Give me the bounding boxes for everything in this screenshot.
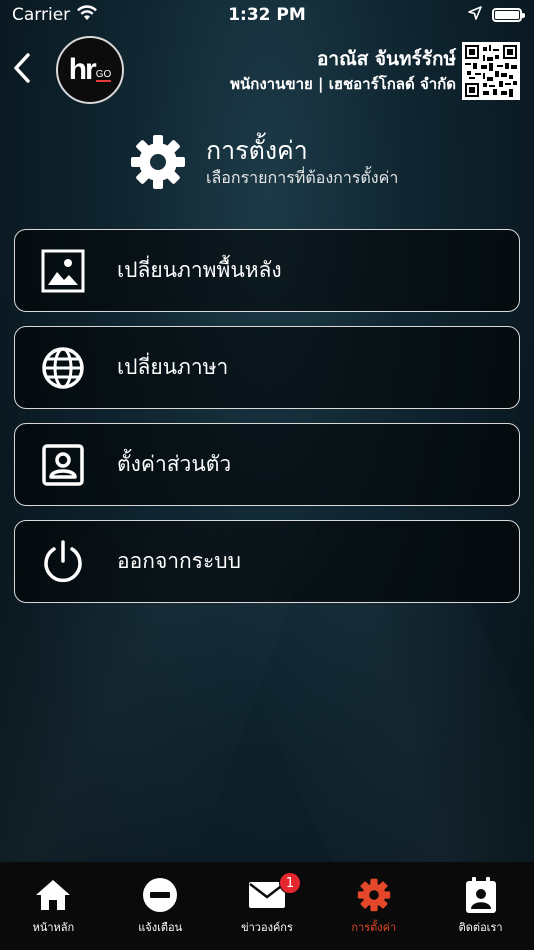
qr-code-icon[interactable] bbox=[462, 42, 520, 100]
tab-bar: หน้าหลัก แจ้งเตือน 1 ข่าวองค์กร การตั้งค… bbox=[0, 862, 534, 950]
tab-contact[interactable]: ติดต่อเรา bbox=[427, 862, 534, 950]
image-icon bbox=[39, 247, 87, 295]
menu-item-personal-settings[interactable]: ตั้งค่าส่วนตัว bbox=[14, 423, 520, 506]
battery-fill bbox=[495, 11, 519, 19]
menu-item-change-background[interactable]: เปลี่ยนภาพพื้นหลัง bbox=[14, 229, 520, 312]
home-icon bbox=[33, 876, 73, 914]
tab-label-notifications: แจ้งเตือน bbox=[138, 921, 183, 934]
gear-icon bbox=[131, 135, 185, 189]
menu-item-logout[interactable]: ออกจากระบบ bbox=[14, 520, 520, 603]
location-arrow-icon bbox=[468, 5, 482, 25]
tab-label-news: ข่าวองค์กร bbox=[241, 921, 293, 934]
user-info: อาณัส จันทร์รักษ์ พนักงานขาย | เฮชอาร์โก… bbox=[230, 46, 456, 96]
menu-label-logout: ออกจากระบบ bbox=[117, 549, 241, 573]
profile-card-icon bbox=[39, 441, 87, 489]
tab-label-settings: การตั้งค่า bbox=[351, 921, 397, 934]
battery-icon bbox=[492, 8, 525, 22]
page-title: การตั้งค่า bbox=[206, 136, 308, 165]
news-badge: 1 bbox=[278, 872, 301, 894]
tab-settings[interactable]: การตั้งค่า bbox=[320, 862, 427, 950]
settings-menu: เปลี่ยนภาพพื้นหลัง เปลี่ยนภาษา ตั้งค่าส่… bbox=[14, 229, 520, 617]
page-subtitle: เลือกรายการที่ต้องการตั้งค่า bbox=[206, 168, 399, 187]
minus-circle-icon bbox=[140, 876, 180, 914]
user-name: อาณัส จันทร์รักษ์ bbox=[316, 48, 456, 70]
status-bar: Carrier 1:32 PM bbox=[0, 0, 534, 30]
tab-news[interactable]: 1 ข่าวองค์กร bbox=[214, 862, 321, 950]
app-logo: hr GO bbox=[56, 36, 124, 104]
status-right bbox=[468, 5, 525, 25]
wifi-icon bbox=[76, 4, 98, 26]
menu-label-change-background: เปลี่ยนภาพพื้นหลัง bbox=[117, 258, 282, 282]
tab-notifications[interactable]: แจ้งเตือน bbox=[107, 862, 214, 950]
menu-label-personal-settings: ตั้งค่าส่วนตัว bbox=[117, 452, 232, 476]
contact-icon bbox=[461, 876, 501, 914]
gear-icon bbox=[354, 876, 394, 914]
user-role: พนักงานขาย | เฮชอาร์โกลด์ จำกัด bbox=[230, 75, 456, 93]
menu-label-change-language: เปลี่ยนภาษา bbox=[117, 355, 229, 379]
status-time: 1:32 PM bbox=[228, 5, 306, 25]
power-icon bbox=[39, 538, 87, 586]
page-title-area: การตั้งค่า เลือกรายการที่ต้องการตั้งค่า bbox=[128, 132, 398, 192]
mail-icon: 1 bbox=[247, 872, 301, 914]
menu-item-change-language[interactable]: เปลี่ยนภาษา bbox=[14, 326, 520, 409]
chevron-left-icon bbox=[14, 53, 30, 83]
status-left: Carrier bbox=[12, 4, 98, 26]
logo-text-main: hr bbox=[68, 53, 97, 86]
page-title-texts: การตั้งค่า เลือกรายการที่ต้องการตั้งค่า bbox=[206, 135, 398, 189]
header: hr GO อาณัส จันทร์รักษ์ พนักงานขาย | เฮช… bbox=[0, 34, 534, 106]
globe-icon bbox=[39, 344, 87, 392]
tab-label-home: หน้าหลัก bbox=[32, 921, 75, 934]
tab-home[interactable]: หน้าหลัก bbox=[0, 862, 107, 950]
back-button[interactable] bbox=[8, 50, 36, 86]
carrier-label: Carrier bbox=[12, 5, 71, 25]
tab-label-contact: ติดต่อเรา bbox=[458, 921, 503, 934]
logo-text-sub: GO bbox=[95, 68, 112, 82]
